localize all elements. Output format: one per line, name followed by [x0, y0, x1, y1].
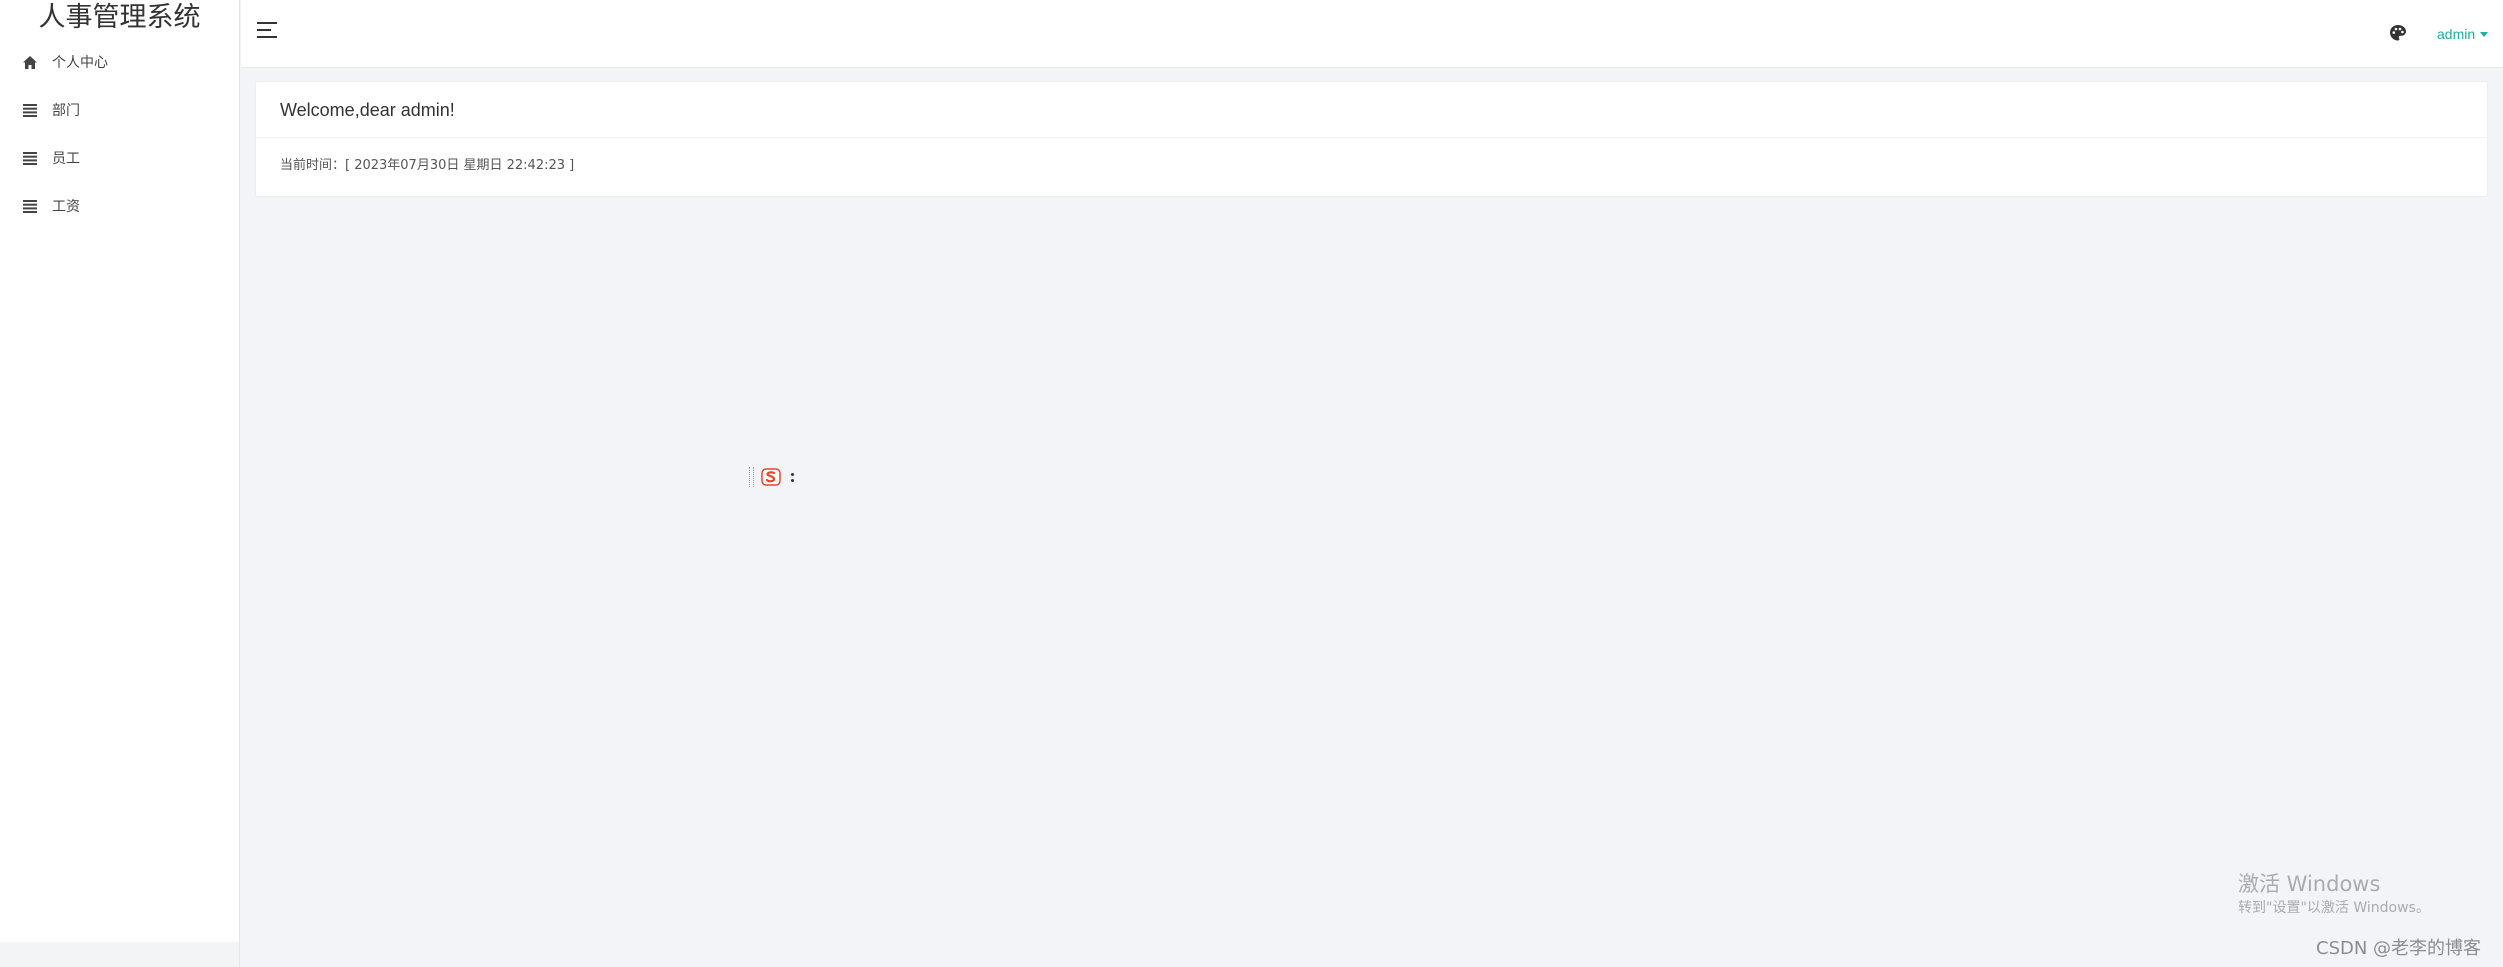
home-icon [22, 54, 38, 70]
sidebar-item-employee[interactable]: 员工 [0, 134, 239, 182]
welcome-title: Welcome,dear admin! [256, 82, 2487, 138]
sidebar-item-profile[interactable]: 个人中心 [0, 38, 239, 86]
palette-icon[interactable] [2389, 24, 2409, 44]
windows-activation-watermark: 激活 Windows 转到"设置"以激活 Windows。 [2238, 870, 2478, 918]
sidebar-item-label: 个人中心 [52, 55, 108, 71]
watermark-title: 激活 Windows [2238, 872, 2381, 896]
username: admin [2437, 26, 2476, 42]
current-time: 当前时间：[ 2023年07月30日 星期日 22:42:23 ] [280, 158, 575, 173]
caret-down-icon [2480, 31, 2489, 37]
welcome-panel: Welcome,dear admin! 当前时间：[ 2023年07月30日 星… [255, 81, 2488, 197]
user-dropdown[interactable]: admin [2437, 24, 2489, 44]
menu-toggle-icon[interactable] [257, 22, 281, 44]
sidebar-item-salary[interactable]: 工资 [0, 182, 239, 230]
list-icon [22, 198, 38, 214]
list-icon [22, 150, 38, 166]
ime-toolbar[interactable] [749, 466, 801, 488]
top-header: admin [241, 0, 2503, 68]
sidebar-item-label: 部门 [52, 103, 80, 119]
sidebar-item-label: 工资 [52, 199, 80, 215]
list-icon [22, 102, 38, 118]
watermark-subtitle: 转到"设置"以激活 Windows。 [2238, 900, 2430, 916]
sidebar: 人事管理系统 个人中心 部门 员工 工资 [0, 0, 240, 967]
sogou-ime-icon[interactable] [760, 467, 782, 487]
sidebar-item-department[interactable]: 部门 [0, 86, 239, 134]
app-title: 人事管理系统 [38, 2, 201, 33]
sidebar-item-label: 员工 [52, 151, 80, 167]
more-icon[interactable] [787, 470, 797, 484]
sidebar-menu: 个人中心 部门 员工 工资 [0, 38, 239, 230]
drag-handle-icon[interactable] [749, 467, 754, 487]
csdn-watermark: CSDN @老李的博客 [2316, 938, 2482, 959]
sidebar-footer [0, 942, 239, 967]
